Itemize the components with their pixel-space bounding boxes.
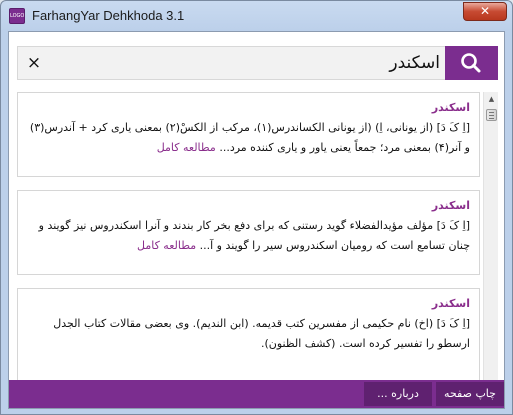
bottom-bar: چاپ صفحه درباره ... [9,380,504,408]
result-card[interactable]: اسکندر [اِ کَ دَ] (از یونانی، اِ) (از یو… [17,92,480,177]
result-card[interactable]: اسکندر [اِ کَ دَ] مؤلف مؤیدالفضلاء گوید … [17,190,480,275]
result-body: [اِ کَ دَ] مؤلف مؤیدالفضلاء گوید رستنی ک… [27,216,470,256]
result-body: [اِ کَ دَ] (اخ) نام حکیمی از مفسرین کتب … [27,314,470,354]
search-bar: × [17,46,498,80]
result-title[interactable]: اسکندر [27,296,470,314]
search-button[interactable] [445,46,498,80]
app-icon: LOGO [9,8,25,24]
scroll-thumb[interactable] [486,109,497,121]
result-title[interactable]: اسکندر [27,100,470,118]
window-title: FarhangYar Dehkhoda 3.1 [32,8,185,23]
result-text: [اِ کَ دَ] مؤلف مؤیدالفضلاء گوید رستنی ک… [38,219,470,252]
results-scrollbar[interactable]: ▲ [483,92,498,382]
print-page-button[interactable]: چاپ صفحه [436,382,504,406]
result-text: [اِ کَ دَ] (اخ) نام حکیمی از مفسرین کتب … [53,317,470,350]
result-card[interactable]: اسکندر [اِ کَ دَ] (اخ) نام حکیمی از مفسر… [17,288,480,382]
result-body: [اِ کَ دَ] (از یونانی، اِ) (از یونانی ال… [27,118,470,158]
client-area: × اسکندر [اِ کَ دَ] (از یونانی، اِ) (از … [8,31,505,409]
search-input[interactable] [50,49,440,77]
search-icon [461,53,481,73]
read-more-link[interactable]: مطالعه کامل [137,239,196,252]
scroll-up-icon[interactable]: ▲ [484,92,498,106]
clear-search-button[interactable]: × [22,51,46,75]
window-close-button[interactable]: ✕ [463,2,507,21]
result-title[interactable]: اسکندر [27,198,470,216]
result-text: [اِ کَ دَ] (از یونانی، اِ) (از یونانی ال… [29,121,470,154]
title-bar: LOGO FarhangYar Dehkhoda 3.1 ✕ [1,1,512,31]
app-window: LOGO FarhangYar Dehkhoda 3.1 ✕ × اسکندر … [0,0,513,415]
read-more-link[interactable]: مطالعه کامل [157,141,216,154]
results-list: اسکندر [اِ کَ دَ] (از یونانی، اِ) (از یو… [17,92,498,382]
about-button[interactable]: درباره ... [364,382,432,406]
